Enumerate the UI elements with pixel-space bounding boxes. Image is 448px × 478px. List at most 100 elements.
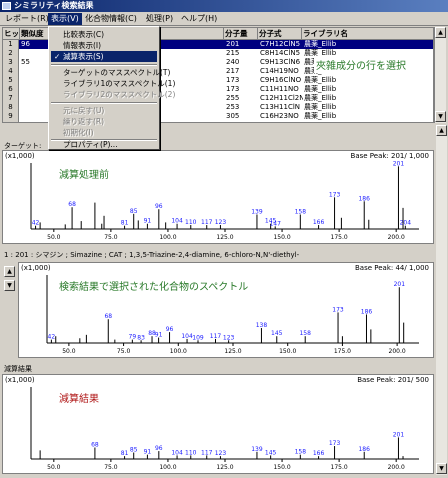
menu-item-compare[interactable]: 比較表示(C) bbox=[51, 29, 157, 40]
col-formula[interactable]: 分子式 bbox=[258, 28, 302, 40]
peak-label: 173 bbox=[332, 306, 344, 313]
menu-view[interactable]: 表示(V) bbox=[48, 13, 82, 25]
cell-formula: C8H14ClN5 bbox=[260, 49, 301, 57]
x-tick-label: 200.0 bbox=[389, 348, 406, 355]
cell-sim bbox=[21, 49, 51, 58]
annotation-select-row: 夾雑成分の行を選択 bbox=[314, 56, 408, 73]
panel-scrollbar[interactable]: ▲ ▼ bbox=[436, 125, 447, 475]
peak-label: 173 bbox=[329, 440, 341, 447]
window-title: シミラリティ検索結果 bbox=[14, 1, 94, 10]
x-tick-label: 75.0 bbox=[104, 234, 118, 241]
row-number: 1 bbox=[3, 40, 19, 49]
x-tick-label: 150.0 bbox=[273, 464, 290, 471]
x-tick-label: 175.0 bbox=[331, 234, 348, 241]
peak-label: 68 bbox=[91, 441, 99, 448]
cell-sim bbox=[21, 85, 51, 94]
peak-label: 139 bbox=[251, 208, 263, 215]
next-down-icon[interactable]: ▼ bbox=[4, 280, 15, 291]
x-tick-label: 125.0 bbox=[224, 348, 241, 355]
x-tick-label: 200.0 bbox=[388, 464, 405, 471]
cell-lib: 農薬_Ellib bbox=[304, 76, 337, 84]
menu-item-subtract[interactable]: ✓ 減算表示(S) bbox=[51, 51, 157, 62]
menu-compound-info[interactable]: 化合物情報(C) bbox=[82, 13, 140, 25]
library-spectrum-panel: (x1,000) Base Peak: 44/ 1,000 50.0 75.0 10… bbox=[18, 262, 434, 358]
peak-label: 123 bbox=[223, 334, 235, 341]
peak-label: 104 bbox=[181, 333, 193, 340]
menu-report[interactable]: レポート(R) bbox=[2, 13, 52, 25]
peak-label: 91 bbox=[155, 332, 163, 339]
peak-label: 96 bbox=[166, 326, 174, 333]
scroll-up-icon[interactable]: ▲ bbox=[435, 27, 446, 38]
x-tick-label: 100.0 bbox=[159, 464, 176, 471]
peak-label: 79 bbox=[129, 334, 137, 341]
vscroll-up-icon[interactable]: ▲ bbox=[436, 125, 447, 136]
cell-mw: 215 bbox=[226, 49, 240, 57]
peak-label: 166 bbox=[313, 450, 325, 457]
peak-label: 145 bbox=[271, 330, 283, 337]
cell-formula: C13H11ClN bbox=[260, 103, 301, 111]
peak-label: 186 bbox=[361, 308, 373, 315]
cell-mw: 305 bbox=[226, 112, 240, 120]
similarity-search-window: シミラリティ検索結果 レポート(R) 表示(V) 化合物情報(C) 処理(P) … bbox=[0, 0, 448, 478]
peak-label: 110 bbox=[185, 219, 197, 226]
x-tick-label: 100.0 bbox=[159, 234, 176, 241]
menu-item-properties[interactable]: プロパティ(P)... bbox=[51, 140, 157, 150]
menu-item-target-spectrum[interactable]: ターゲットのマススペクトル(T) bbox=[51, 67, 170, 78]
library-label: 1 : 201 : シマジン ; Simazine ; CAT ; 1,3,5-… bbox=[4, 251, 300, 259]
menu-item-reset: 初期化(I) bbox=[63, 128, 94, 137]
peak-label: 68 bbox=[68, 201, 76, 208]
cell-mw: 240 bbox=[226, 58, 240, 66]
cell-formula: C9H16ClNO bbox=[260, 76, 302, 84]
col-library[interactable]: ライブラリ名 bbox=[302, 28, 433, 40]
col-similarity[interactable]: 類似度 bbox=[20, 28, 50, 40]
peak-label: 173 bbox=[329, 191, 341, 198]
peak-label: 158 bbox=[295, 449, 307, 456]
cell-formula: C11H11NO bbox=[260, 85, 299, 93]
col-hit[interactable]: ヒット bbox=[3, 28, 20, 40]
peak-label: 138 bbox=[256, 322, 268, 329]
x-tick-label: 175.0 bbox=[331, 464, 348, 471]
check-icon: ✓ bbox=[54, 52, 61, 61]
annotation-selected-spectrum: 検索結果で選択された化合物のスペクトル bbox=[57, 277, 251, 294]
table-scrollbar[interactable]: ▲ ▼ bbox=[434, 27, 446, 123]
menu-item-info[interactable]: 情報表示(I) bbox=[51, 40, 157, 51]
peak-label: 139 bbox=[251, 446, 263, 453]
peak-label: 123 bbox=[215, 219, 227, 226]
x-tick-label: 100.0 bbox=[170, 348, 187, 355]
cell-sim: 96 bbox=[21, 40, 30, 48]
x-tick-label: 50.0 bbox=[62, 348, 76, 355]
target-spectrum-panel: (x1,000) Base Peak: 201/ 1,000 50.0 75.0 1… bbox=[2, 150, 434, 244]
peak-label: 158 bbox=[295, 208, 307, 215]
scroll-down-icon[interactable]: ▼ bbox=[435, 111, 446, 122]
x-tick-label: 150.0 bbox=[279, 348, 296, 355]
col-mw[interactable]: 分子量 bbox=[224, 28, 258, 40]
peak-label: 110 bbox=[185, 449, 197, 456]
row-number: 10 bbox=[3, 121, 19, 122]
row-number: 6 bbox=[3, 85, 19, 94]
x-tick-label: 200.0 bbox=[388, 234, 405, 241]
menu-process[interactable]: 処理(P) bbox=[143, 13, 176, 25]
cell-formula: C9H13ClN6 bbox=[260, 58, 301, 66]
peak-label: 81 bbox=[121, 220, 129, 227]
cell-sim bbox=[21, 67, 51, 76]
menu-help[interactable]: ヘルプ(H) bbox=[178, 13, 220, 25]
peak-label: 117 bbox=[201, 219, 213, 226]
cell-formula: C14H19NO bbox=[260, 67, 299, 75]
prev-up-icon[interactable]: ▲ bbox=[4, 266, 15, 277]
cell-lib bbox=[304, 121, 433, 122]
row-number: 5 bbox=[3, 76, 19, 85]
x-tick-label: 150.0 bbox=[273, 234, 290, 241]
peak-label: 42 bbox=[32, 220, 40, 227]
x-tick-label: 175.0 bbox=[334, 348, 351, 355]
cell-mw: 173 bbox=[226, 76, 240, 84]
cell-lib: 農薬_Ellib bbox=[304, 40, 337, 48]
menu-item-library1-spectrum[interactable]: ライブラリ1のマススペクトル(1) bbox=[51, 78, 175, 89]
peak-label: 123 bbox=[215, 450, 227, 457]
row-number: 3 bbox=[3, 58, 19, 67]
cell-mw bbox=[226, 121, 258, 122]
cell-formula: C7H12ClN5 bbox=[260, 40, 301, 48]
peak-label: 186 bbox=[358, 195, 370, 202]
peak-label: 117 bbox=[210, 333, 222, 340]
vscroll-down-icon[interactable]: ▼ bbox=[436, 463, 447, 474]
row-number: 2 bbox=[3, 49, 19, 58]
